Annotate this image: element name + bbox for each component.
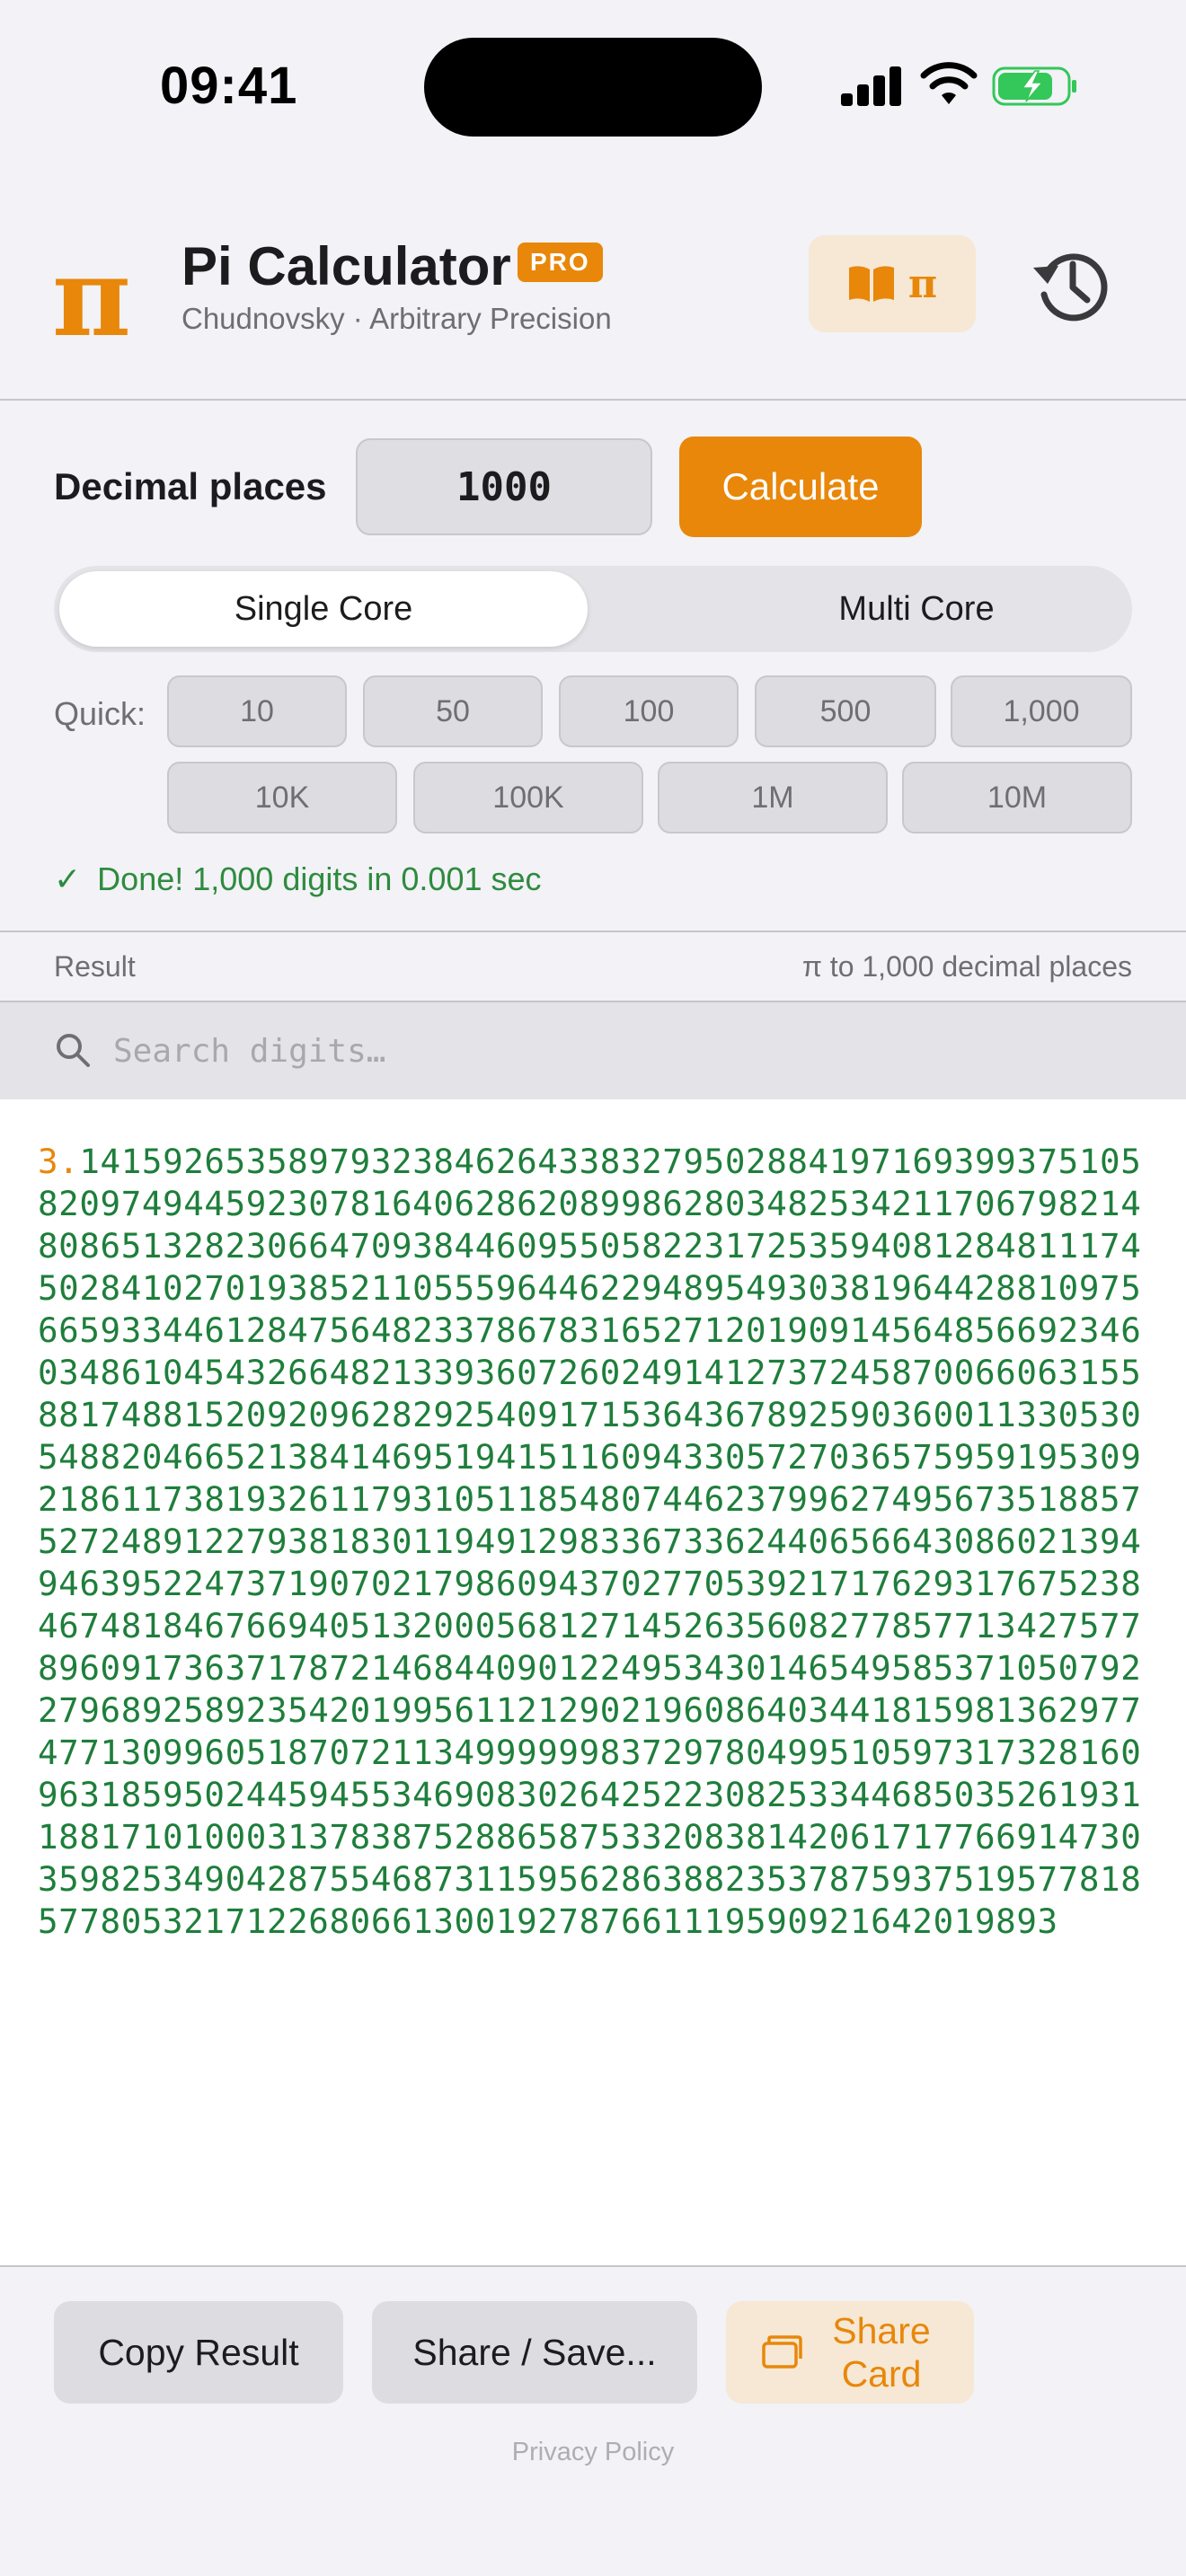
calculation-status: ✓ Done! 1,000 digits in 0.001 sec xyxy=(54,860,542,898)
quick-chip-100k[interactable]: 100K xyxy=(413,762,643,834)
book-icon xyxy=(848,266,894,302)
search-icon xyxy=(57,1034,90,1067)
pi-integer-part: 3. xyxy=(38,1142,80,1181)
copy-result-button[interactable]: Copy Result xyxy=(54,2301,343,2404)
book-pi-label: π xyxy=(907,260,938,307)
digit-search-bar xyxy=(0,1002,1186,1099)
pi-digits: 3.14159265358979323846264338327950288419… xyxy=(38,1141,1152,1943)
pi-decimal-digits: 1415926535897932384626433832795028841971… xyxy=(38,1142,1142,1941)
pi-logo: π xyxy=(52,234,131,361)
dynamic-island xyxy=(424,38,762,137)
quick-label: Quick: xyxy=(54,695,146,732)
decimal-places-input[interactable] xyxy=(356,438,652,535)
app-title: Pi Calculator xyxy=(181,236,511,296)
core-mode-selector: Single Core Multi Core xyxy=(54,566,1132,652)
wifi-icon xyxy=(920,62,978,104)
quick-chip-10k[interactable]: 10K xyxy=(167,762,397,834)
status-time: 09:41 xyxy=(160,57,298,115)
multi-core-segment[interactable]: Multi Core xyxy=(652,571,1181,647)
app-header: π Pi Calculator PRO Chudnovsky · Arbitra… xyxy=(0,171,1186,401)
share-save-button[interactable]: Share / Save... xyxy=(372,2301,697,2404)
app-subtitle: Chudnovsky · Arbitrary Precision xyxy=(181,302,612,335)
digits-scroll-view[interactable]: 3.14159265358979323846264338327950288419… xyxy=(0,1099,1186,2267)
pro-badge: PRO xyxy=(518,243,603,282)
search-digits-input[interactable] xyxy=(113,1020,1120,1081)
quick-chip-100[interactable]: 100 xyxy=(559,675,739,747)
share-card-label: Share Card xyxy=(832,2310,931,2395)
result-header: Result π to 1,000 decimal places xyxy=(0,931,1186,1002)
quick-chip-1000[interactable]: 1,000 xyxy=(951,675,1132,747)
calculate-button[interactable]: Calculate xyxy=(679,437,922,537)
cellular-signal-icon xyxy=(841,65,902,106)
single-core-segment[interactable]: Single Core xyxy=(59,571,588,647)
history-icon[interactable] xyxy=(1030,244,1112,327)
quick-chip-10[interactable]: 10 xyxy=(167,675,347,747)
quick-chip-500[interactable]: 500 xyxy=(755,675,936,747)
status-text: Done! 1,000 digits in 0.001 sec xyxy=(97,860,542,897)
quick-chip-1m[interactable]: 1M xyxy=(658,762,888,834)
result-label: Result xyxy=(54,950,136,983)
result-info: π to 1,000 decimal places xyxy=(801,950,1132,983)
quick-chip-10m[interactable]: 10M xyxy=(902,762,1132,834)
quick-chip-50[interactable]: 50 xyxy=(363,675,543,747)
checkmark-icon: ✓ xyxy=(54,860,82,897)
reference-book-button[interactable]: π xyxy=(809,235,976,332)
decimal-places-label: Decimal places xyxy=(54,465,327,507)
status-bar: 09:41 xyxy=(0,0,1186,171)
privacy-policy-link[interactable]: Privacy Policy xyxy=(0,2438,1186,2467)
action-footer: Copy Result Share / Save... Share Card P… xyxy=(0,2265,1186,2576)
battery-charging-icon xyxy=(992,66,1076,106)
share-card-button[interactable]: Share Card xyxy=(726,2301,974,2404)
cards-icon xyxy=(762,2335,802,2369)
